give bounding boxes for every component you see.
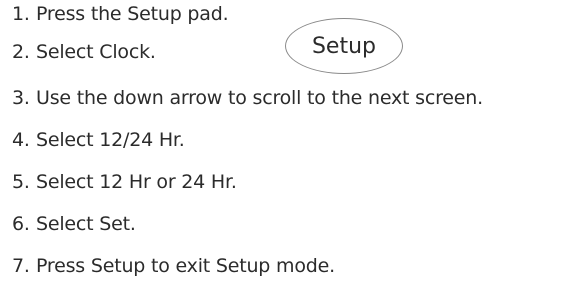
step-text: Press Setup to exit Setup mode. (36, 255, 335, 277)
step-2: 2. Select Clock. (12, 40, 156, 64)
step-6: 6. Select Set. (12, 212, 136, 236)
setup-pad-label: Setup (311, 33, 377, 59)
step-text: Select Set. (36, 213, 136, 235)
setup-pad-illustration: Setup (285, 18, 403, 74)
step-5: 5. Select 12 Hr or 24 Hr. (12, 170, 237, 194)
step-text: Press the Setup pad. (36, 3, 229, 25)
step-text: Select 12/24 Hr. (36, 129, 185, 151)
step-3: 3. Use the down arrow to scroll to the ne… (12, 86, 483, 110)
step-text: Select 12 Hr or 24 Hr. (36, 171, 237, 193)
step-text: Select Clock. (36, 41, 156, 63)
step-number: 7. (12, 255, 30, 277)
step-4: 4. Select 12/24 Hr. (12, 128, 185, 152)
step-number: 2. (12, 41, 30, 63)
step-number: 3. (12, 87, 30, 109)
step-number: 6. (12, 213, 30, 235)
step-text: Use the down arrow to scroll to the next… (36, 87, 483, 109)
step-number: 1. (12, 3, 30, 25)
step-1: 1. Press the Setup pad. (12, 2, 229, 26)
step-number: 5. (12, 171, 30, 193)
step-number: 4. (12, 129, 30, 151)
step-7: 7. Press Setup to exit Setup mode. (12, 254, 335, 278)
